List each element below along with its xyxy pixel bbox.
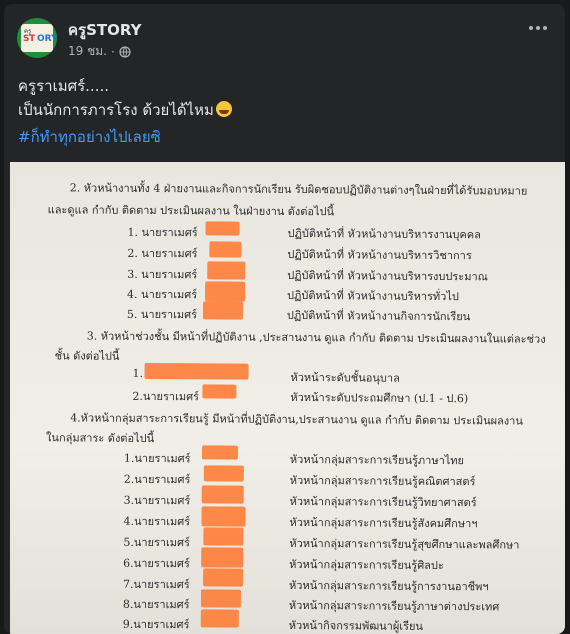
post-text-line2: เป็นนักการภารโรง ด้วยได้ไหม <box>18 98 232 122</box>
doc-heading-2b: และดูแล กำกับ ติดตาม ประเมินผลงาน ในฝ่าย… <box>47 203 335 219</box>
doc-heading-3b: ชั้น ดังต่อไปนี้ <box>54 349 120 363</box>
redaction-mark <box>205 281 246 302</box>
doc-list-2: 1. นายราเมศร์ ปฏิบัติหน้าที่ หัวหน้างานบ… <box>10 162 565 323</box>
doc-list2-num: 1. นายราเมศร์ <box>127 225 198 240</box>
doc-list4-duty: หัวหน้ากลุ่มสาระการเรียนรู้สังคมศึกษาฯ <box>289 515 478 531</box>
doc-list4-duty: หัวหน้ากลุ่มสาระการเรียนรู้ศิลปะ <box>289 557 444 573</box>
redaction-mark <box>203 527 244 546</box>
post-card: ครู ST ORY ครูSTORY 19 ชม. · ครูราเมศร์.… <box>4 4 565 634</box>
redaction-mark <box>205 221 240 236</box>
doc-list4-num: 9.นายราเมศร์ <box>122 617 190 632</box>
post-time[interactable]: 19 ชม. <box>68 42 107 61</box>
doc-list4-duty: หัวหน้ากลุ่มสาระการเรียนรู้สุขศึกษาและพล… <box>289 536 520 552</box>
doc-list2-num: 2. นายราเมศร์ <box>127 246 198 261</box>
document-page: 2. หัวหน้างานทั้ง 4 ฝ่ายงานและกิจการนักเ… <box>10 162 565 634</box>
post-text-line1: ครูราเมศร์..... <box>18 77 110 95</box>
doc-list3-duty: หัวหน้าระดับชั้นอนุบาล <box>290 370 400 385</box>
meta-separator: · <box>110 44 115 59</box>
doc-list4-num: 6.นายราเมศร์ <box>123 556 190 571</box>
doc-list2-num: 4. นายราเมศร์ <box>127 287 198 302</box>
doc-list2-duty: ปฏิบัติหน้าที่ หัวหน้างานกิจการนักเรียน <box>286 308 471 324</box>
doc-list4-num: 5.นายราเมศร์ <box>123 535 191 550</box>
doc-list2-duty: ปฏิบัติหน้าที่ หัวหน้างานบริหารวิชาการ <box>287 247 472 263</box>
doc-list3-duty: หัวหน้าระดับประถมศึกษา (ป.1 - ป.6) <box>290 390 469 406</box>
avatar-logo-ory: ORY <box>37 34 57 44</box>
avatar-logo-st: ST <box>23 34 35 44</box>
doc-list4-duty: หัวหน้ากลุ่มสาระการเรียนรู้การงานอาชีพฯ <box>289 578 489 594</box>
redaction-mark <box>201 485 244 504</box>
doc-list4-num: 3.นายราเมศร์ <box>123 493 191 508</box>
doc-list4-num: 7.นายราเมศร์ <box>123 577 190 592</box>
doc-list4-duty: หัวหน้ากลุ่มสาระการเรียนรู้วิทยาศาสตร์ <box>289 494 477 510</box>
doc-list4-duty: หัวหน้ากลุ่มสาระการเรียนรู้ภาษาไทย <box>289 452 465 468</box>
doc-list4-duty: หัวหน้ากลุ่มสาระการเรียนรู้ภาษาต่างประเท… <box>288 598 500 614</box>
redaction-mark <box>200 609 239 628</box>
redaction-mark <box>203 568 244 587</box>
doc-list4-duty: หัวหน้ากิจกรรมพัฒนาผู้เรียน <box>288 618 423 633</box>
doc-list3-num: 2.นายราเมศร์ <box>132 389 200 404</box>
doc-list4-duty: หัวหน้ากลุ่มสาระการเรียนรู้คณิตศาสตร์ <box>289 473 476 489</box>
redaction-mark <box>200 589 242 608</box>
post-text-line2-text: เป็นนักการภารโรง ด้วยได้ไหม <box>18 101 214 119</box>
doc-list4-num: 8.นายราเมศร์ <box>122 597 190 612</box>
doc-heading-4: 4.หัวหน้ากลุ่มสาระการเรียนรู้ มีหน้าที่ป… <box>70 411 523 428</box>
hashtag-link[interactable]: #ก็ทำทุกอย่างไปเลยซิ <box>18 125 161 149</box>
doc-list-4: 1.นายราเมศร์ หัวหน้ากลุ่มสาระการเรียนรู้… <box>10 162 565 633</box>
doc-list4-num: 4.นายราเมศร์ <box>123 514 191 529</box>
post-photo[interactable]: 2. หัวหน้างานทั้ง 4 ฝ่ายงานและกิจการนักเ… <box>10 162 565 634</box>
post-meta: 19 ชม. · <box>68 42 131 61</box>
redaction-mark <box>144 362 249 380</box>
doc-list3-num: 1. <box>132 366 144 380</box>
more-dot <box>529 26 533 30</box>
doc-list2-num: 3. นายราเมศร์ <box>127 267 198 282</box>
more-dot <box>543 26 547 30</box>
redaction-mark <box>207 261 246 280</box>
doc-list2-num: 5. นายราเมศร์ <box>126 307 198 322</box>
redaction-mark <box>201 445 239 460</box>
doc-heading-2: 2. หัวหน้างานทั้ง 4 ฝ่ายงานและกิจการนักเ… <box>69 181 528 198</box>
redaction-mark <box>201 547 244 568</box>
grinning-squinting-emoji-icon <box>215 101 232 117</box>
doc-heading-3: 3. หัวหน้าช่วงชั้น มีหน้าที่ปฏิบัติงาน ,… <box>86 329 546 346</box>
more-dot <box>536 26 540 30</box>
page-avatar[interactable]: ครู ST ORY <box>17 18 57 58</box>
doc-list4-num: 2.นายราเมศร์ <box>123 472 191 487</box>
globe-icon[interactable] <box>119 45 131 58</box>
doc-list2-duty: ปฏิบัติหน้าที่ หัวหน้างานบริหารทั่วไป <box>287 288 459 304</box>
redaction-mark <box>202 301 244 320</box>
more-options-icon[interactable] <box>529 26 547 30</box>
page-name[interactable]: ครูSTORY <box>68 18 141 42</box>
doc-heading-4b: ในกลุ่มสาระ ดังต่อไปนี้ <box>46 431 155 446</box>
doc-list2-duty: ปฏิบัติหน้าที่ หัวหน้างานบริหารงานบุคคล <box>287 226 481 242</box>
redaction-mark <box>203 465 244 482</box>
doc-list4-num: 1.นายราเมศร์ <box>123 451 191 466</box>
doc-list-3: 1. หัวหน้าระดับชั้นอนุบาล 2.นายราเมศร์ ห… <box>10 162 565 405</box>
doc-list2-duty: ปฏิบัติหน้าที่ หัวหน้างานบริหารงบประมาณ <box>287 268 488 284</box>
redaction-mark <box>202 384 237 399</box>
redaction-mark <box>209 241 242 258</box>
redaction-mark <box>201 506 246 527</box>
